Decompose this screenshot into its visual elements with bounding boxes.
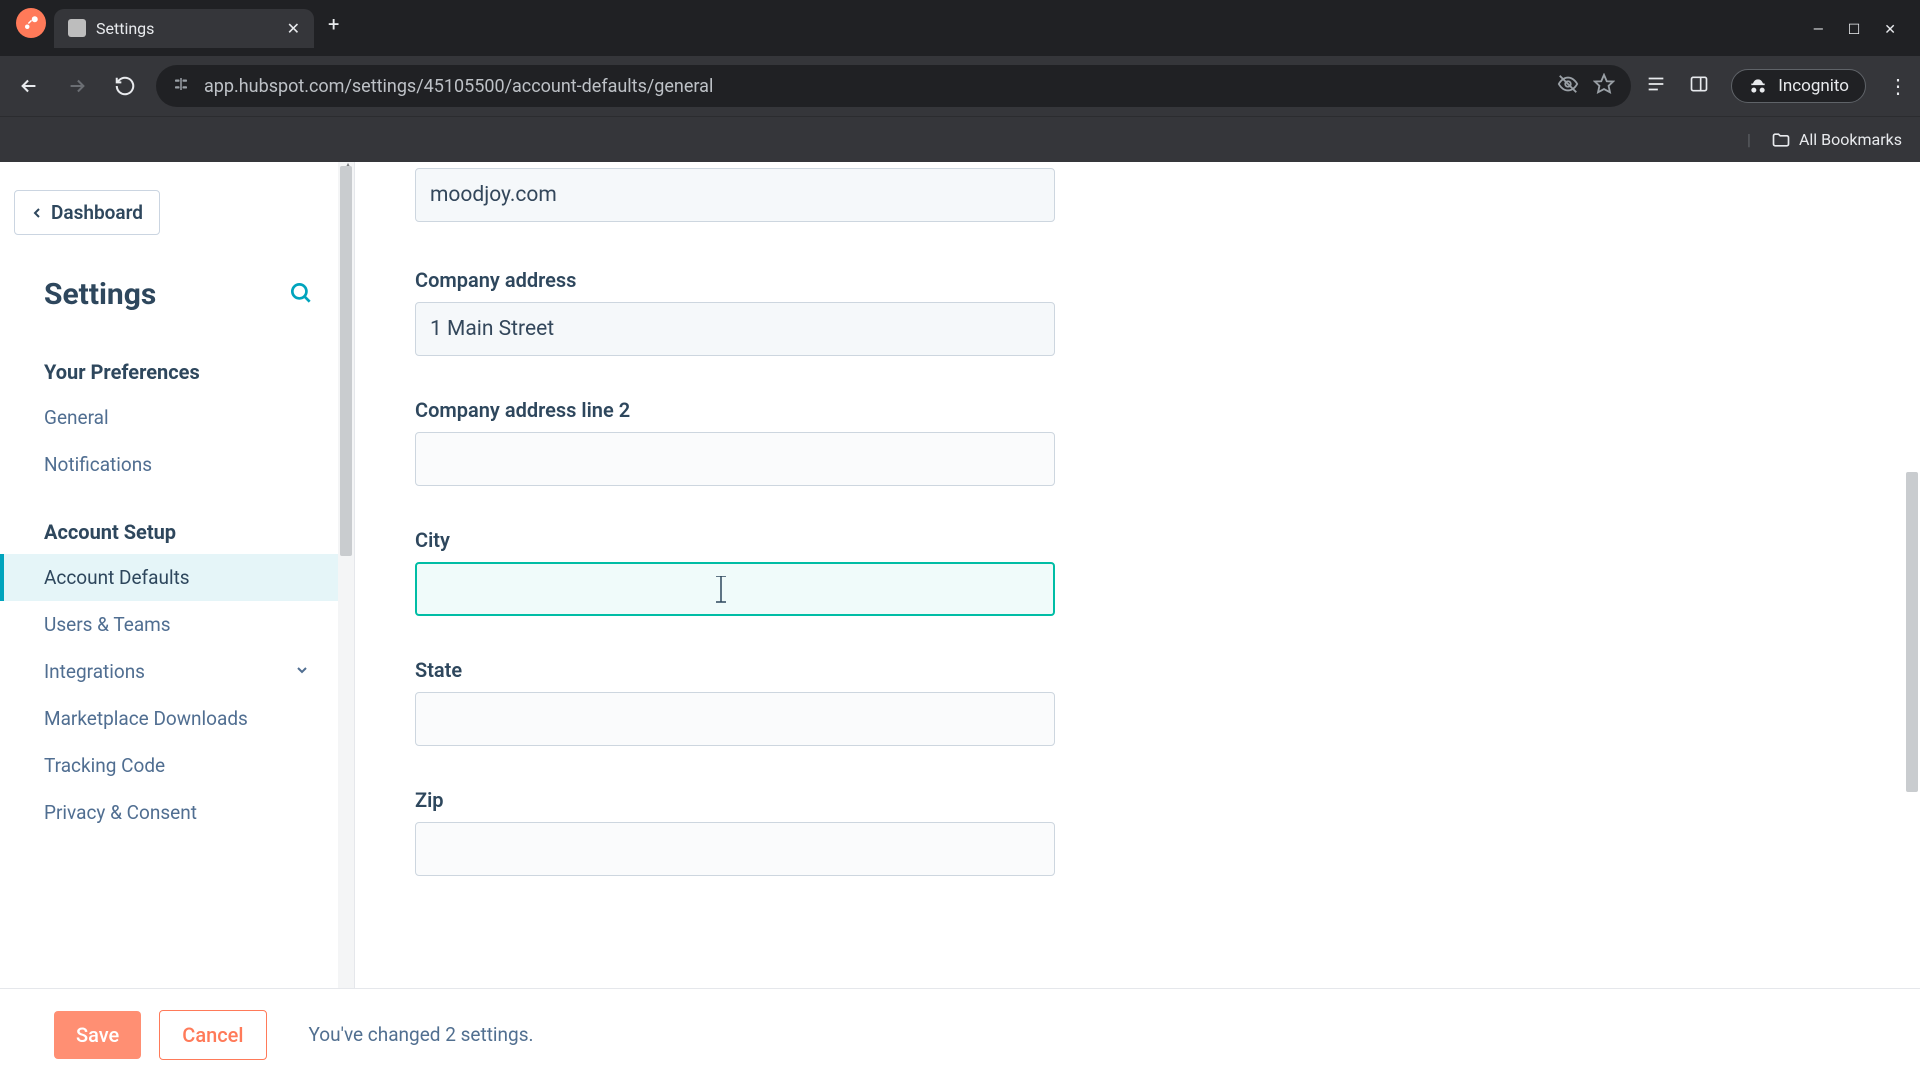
- chevron-down-icon: [294, 660, 310, 683]
- window-close-icon[interactable]: ✕: [1884, 22, 1896, 38]
- browser-tab[interactable]: Settings ✕: [54, 9, 314, 48]
- back-to-dashboard-link[interactable]: Dashboard: [14, 190, 160, 235]
- save-button[interactable]: Save: [54, 1011, 141, 1059]
- sidebar-scroll-thumb[interactable]: [340, 166, 352, 556]
- content-scroll-thumb[interactable]: [1906, 472, 1918, 792]
- sidebar-item-tracking[interactable]: Tracking Code: [0, 742, 354, 789]
- text-cursor-icon: [713, 576, 729, 606]
- new-tab-button[interactable]: +: [322, 12, 345, 44]
- url-text: app.hubspot.com/settings/45105500/accoun…: [204, 76, 1543, 97]
- settings-sidebar: ▴ ▾ Dashboard Settings Your Preferences …: [0, 162, 355, 1080]
- city-label: City: [415, 528, 1055, 552]
- sidebar-item-integrations[interactable]: Integrations: [0, 648, 354, 695]
- browser-menu-icon[interactable]: ⋮: [1888, 74, 1908, 98]
- company-address-label: Company address: [415, 268, 1055, 292]
- hubspot-logo-icon: [16, 8, 46, 38]
- sidebar-item-marketplace[interactable]: Marketplace Downloads: [0, 695, 354, 742]
- changes-status: You've changed 2 settings.: [309, 1023, 534, 1046]
- content-scrollbar[interactable]: [1904, 162, 1918, 1080]
- browser-tab-strip: Settings ✕ + — ☐ ✕: [0, 0, 1920, 56]
- tab-favicon: [68, 19, 86, 37]
- sidebar-item-notifications[interactable]: Notifications: [0, 441, 354, 488]
- browser-forward-icon[interactable]: [60, 69, 94, 103]
- sidebar-scrollbar[interactable]: ▴ ▾: [338, 162, 354, 1080]
- window-minimize-icon[interactable]: —: [1813, 22, 1824, 38]
- company-address2-label: Company address line 2: [415, 398, 1055, 422]
- bookmarks-bar: | All Bookmarks: [0, 116, 1920, 162]
- browser-reload-icon[interactable]: [108, 69, 142, 103]
- sidebar-item-account-defaults[interactable]: Account Defaults: [0, 554, 354, 601]
- cancel-button[interactable]: Cancel: [159, 1010, 266, 1060]
- zip-label: Zip: [415, 788, 1055, 812]
- state-input[interactable]: [415, 692, 1055, 746]
- side-panel-icon[interactable]: [1689, 74, 1709, 98]
- sidebar-item-users-teams[interactable]: Users & Teams: [0, 601, 354, 648]
- save-footer: Save Cancel You've changed 2 settings.: [0, 988, 1920, 1080]
- section-account-setup: Account Setup: [0, 520, 354, 554]
- visibility-off-icon[interactable]: [1557, 73, 1579, 100]
- tab-title: Settings: [96, 19, 277, 38]
- settings-search-icon[interactable]: [288, 280, 314, 310]
- settings-title: Settings: [44, 277, 156, 312]
- browser-address-bar: app.hubspot.com/settings/45105500/accoun…: [0, 56, 1920, 116]
- company-domain-input[interactable]: [415, 168, 1055, 222]
- window-maximize-icon[interactable]: ☐: [1848, 22, 1861, 38]
- zip-input[interactable]: [415, 822, 1055, 876]
- bookmark-star-icon[interactable]: [1593, 73, 1615, 100]
- browser-back-icon[interactable]: [12, 69, 46, 103]
- city-input[interactable]: [415, 562, 1055, 616]
- sidebar-item-privacy[interactable]: Privacy & Consent: [0, 789, 354, 836]
- tab-close-icon[interactable]: ✕: [287, 19, 300, 38]
- reading-list-icon[interactable]: [1645, 73, 1667, 99]
- site-settings-icon[interactable]: [172, 75, 190, 98]
- settings-content: Company address Company address line 2 C…: [355, 162, 1920, 1080]
- url-input[interactable]: app.hubspot.com/settings/45105500/accoun…: [156, 65, 1631, 107]
- app-container: ▴ ▾ Dashboard Settings Your Preferences …: [0, 162, 1920, 1080]
- incognito-indicator[interactable]: Incognito: [1731, 69, 1866, 103]
- state-label: State: [415, 658, 1055, 682]
- company-address2-input[interactable]: [415, 432, 1055, 486]
- sidebar-item-general[interactable]: General: [0, 394, 354, 441]
- all-bookmarks-button[interactable]: All Bookmarks: [1771, 130, 1902, 150]
- section-your-preferences: Your Preferences: [0, 360, 354, 394]
- company-address-input[interactable]: [415, 302, 1055, 356]
